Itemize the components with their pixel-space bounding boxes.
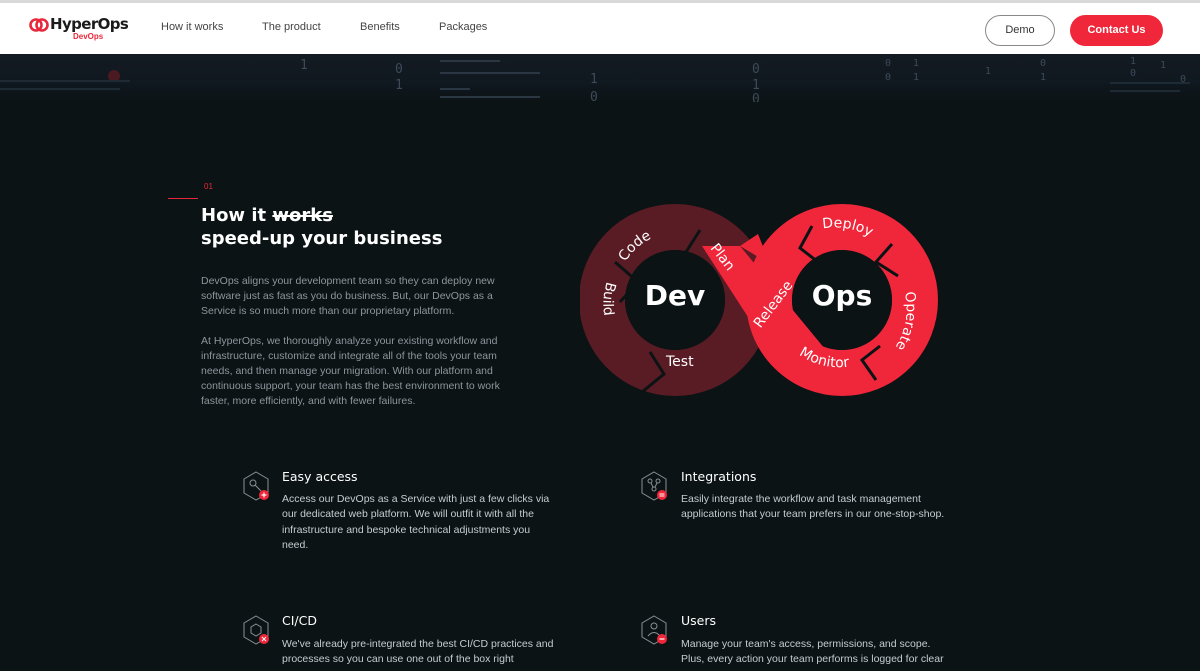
section-accent-line <box>168 198 198 199</box>
section-paragraph-2: At HyperOps, we thoroughly analyze your … <box>201 335 500 407</box>
devops-infinity-diagram: Dev Ops Code Plan Build Test Release Dep… <box>580 204 938 396</box>
feature-text-easy-access: Access our DevOps as a Service with just… <box>282 493 550 552</box>
section-paragraph-1: DevOps aligns your development team so t… <box>201 275 495 317</box>
stage-test: Test <box>665 354 694 370</box>
nav-link-the-product[interactable]: The product <box>262 21 321 33</box>
pipeline-icon <box>243 615 269 645</box>
contact-us-button[interactable]: Contact Us <box>1070 15 1163 46</box>
feature-title-ci-cd: CI/CD <box>282 613 317 628</box>
feature-title-integrations: Integrations <box>681 469 757 484</box>
title-strike: works <box>272 205 333 226</box>
section-title: How it works speed-up your business <box>201 204 442 250</box>
brand-sub: DevOps <box>73 32 104 41</box>
nodes-icon <box>641 471 667 501</box>
nav-link-packages[interactable]: Packages <box>439 21 487 33</box>
feature-text-ci-cd: We've already pre-integrated the best CI… <box>282 638 554 666</box>
top-nav: HyperOps DevOps How it works The product… <box>0 0 1200 54</box>
feature-title-easy-access: Easy access <box>282 469 358 484</box>
logo[interactable]: HyperOps DevOps <box>29 15 129 45</box>
demo-button[interactable]: Demo <box>985 15 1055 46</box>
key-icon <box>243 471 269 501</box>
nav-link-how-it-works[interactable]: How it works <box>161 21 223 33</box>
brand-logo-icon <box>29 18 49 32</box>
feature-title-users: Users <box>681 613 717 628</box>
nav-link-benefits[interactable]: Benefits <box>360 21 400 33</box>
ops-label: Ops <box>812 279 873 312</box>
user-icon <box>641 615 667 645</box>
brand-name: HyperOps <box>50 15 129 33</box>
title-line-2: speed-up your business <box>201 228 443 249</box>
dev-label: Dev <box>645 279 705 312</box>
feature-text-users: Manage your team's access, permissions, … <box>681 638 944 666</box>
code-backdrop: 1 0 1 1 0 0 1 0 0 0 1 1 1 0 1 1 0 1 0 <box>0 54 1200 102</box>
feature-text-integrations: Easily integrate the workflow and task m… <box>681 493 945 521</box>
title-prefix: How it <box>201 205 273 226</box>
section-number: 01 <box>204 182 213 191</box>
